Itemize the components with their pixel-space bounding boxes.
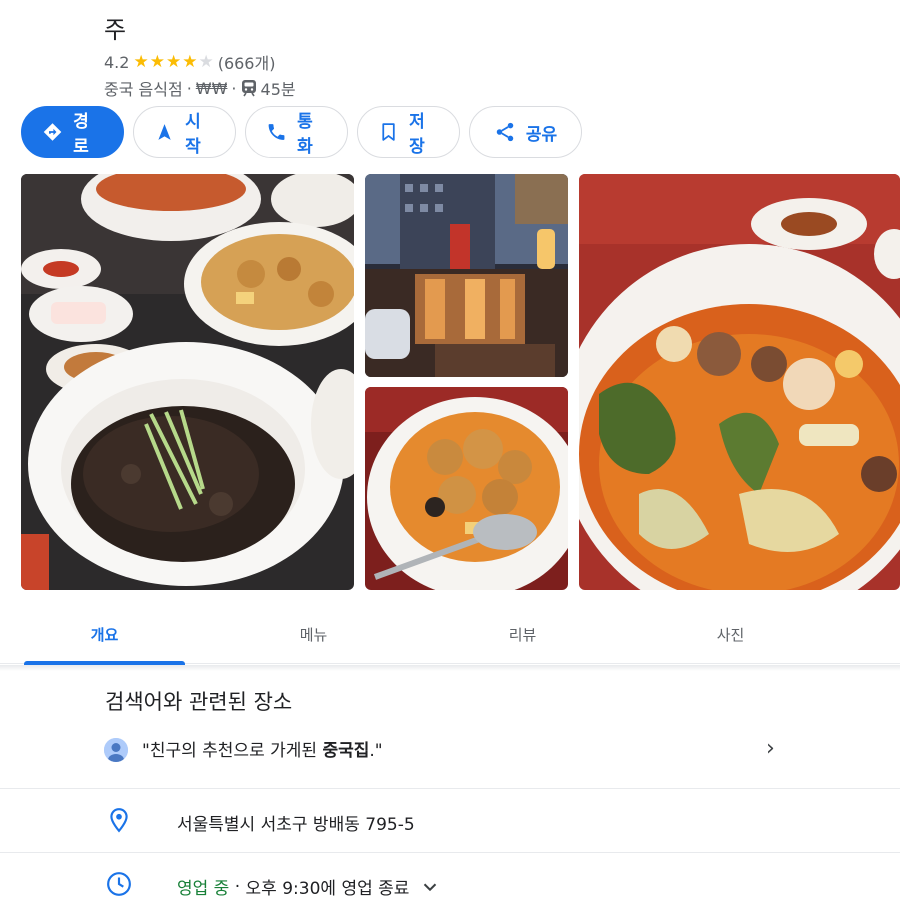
call-button[interactable]: 통화: [245, 106, 348, 158]
photo-gallery: [21, 174, 900, 590]
open-status: 영업 중: [177, 879, 230, 899]
photo-sweet-sour[interactable]: [365, 387, 568, 590]
user-avatar-icon: [104, 738, 128, 762]
star-icon: ★: [182, 52, 198, 72]
review-quote: "친구의 추천으로 가게된 중국집.": [142, 736, 383, 761]
storefront-image: [365, 174, 568, 377]
tab-photos-label: 사진: [716, 625, 745, 644]
rating-row[interactable]: 4.2 ★ ★ ★ ★ ★ (666개): [104, 50, 275, 74]
rating-value: 4.2: [104, 52, 130, 72]
share-icon: [496, 122, 514, 142]
chevron-down-icon[interactable]: [419, 876, 441, 898]
place-meta: 중국 음식점 · ₩₩ · 45분: [104, 76, 296, 100]
tab-shadow: [0, 665, 900, 671]
quote-highlight: 중국집: [322, 741, 370, 761]
tab-menu[interactable]: 메뉴: [233, 604, 394, 664]
address-row[interactable]: 서울특별시 서초구 방배동 795-5: [0, 789, 900, 853]
action-bar: 경로 시작 통화 저장 공유: [21, 106, 582, 158]
star-rating: ★ ★ ★ ★ ★: [133, 52, 213, 72]
start-button[interactable]: 시작: [133, 106, 236, 158]
photo-jajangmyeon[interactable]: [21, 174, 354, 590]
review-count[interactable]: (666개): [218, 50, 276, 74]
save-label: 저장: [409, 112, 425, 157]
quote-text: "친구의 추천으로 가게된: [142, 741, 323, 761]
star-icon: ★: [133, 52, 149, 72]
price-level: ₩₩: [195, 78, 228, 98]
tab-reviews[interactable]: 리뷰: [442, 604, 603, 664]
related-section-title: 검색어와 관련된 장소: [105, 690, 293, 714]
save-button[interactable]: 저장: [357, 106, 460, 158]
tab-reviews-label: 리뷰: [508, 625, 537, 644]
hours-separator: ·: [229, 876, 246, 897]
call-label: 통화: [297, 112, 313, 157]
photo-storefront[interactable]: [365, 174, 568, 377]
star-icon: ★: [149, 52, 165, 72]
phone-icon: [268, 124, 285, 140]
jajangmyeon-image: [21, 174, 354, 590]
navigation-arrow-icon: [158, 124, 171, 140]
transit-time: 45분: [260, 80, 296, 99]
star-empty-icon: ★: [198, 52, 214, 72]
directions-label: 경로: [73, 112, 89, 157]
star-icon: ★: [165, 52, 182, 72]
tab-overview[interactable]: 개요: [24, 604, 185, 664]
share-button[interactable]: 공유: [469, 106, 582, 158]
directions-button[interactable]: 경로: [21, 106, 124, 158]
tab-photos[interactable]: 사진: [650, 604, 811, 664]
closing-time: 오후 9:30에 영업 종료: [245, 879, 410, 899]
location-pin-icon: [110, 808, 128, 833]
sweet-sour-image: [365, 387, 568, 590]
address-text: 서울특별시 서초구 방배동 795-5: [177, 815, 415, 835]
jjamppong-image: [579, 174, 900, 590]
chevron-right-icon: ›: [766, 736, 775, 761]
share-label: 공유: [525, 124, 558, 145]
related-review-snippet[interactable]: "친구의 추천으로 가게된 중국집." ›: [0, 728, 900, 788]
hours-row[interactable]: 영업 중 · 오후 9:30에 영업 종료: [0, 853, 900, 913]
photo-jjamppong[interactable]: [579, 174, 900, 590]
directions-icon: [43, 123, 62, 141]
place-title: 주: [104, 16, 127, 44]
start-label: 시작: [185, 112, 201, 157]
subway-icon: [241, 80, 256, 97]
quote-end: .": [369, 741, 383, 761]
tab-overview-label: 개요: [90, 625, 119, 644]
clock-icon: [107, 872, 131, 896]
category: 중국 음식점: [104, 80, 183, 99]
tab-bar: 개요 메뉴 리뷰 사진: [0, 604, 900, 664]
bookmark-icon: [382, 123, 395, 141]
tab-menu-label: 메뉴: [299, 625, 328, 644]
hours-text: 영업 중 · 오후 9:30에 영업 종료: [177, 874, 441, 899]
